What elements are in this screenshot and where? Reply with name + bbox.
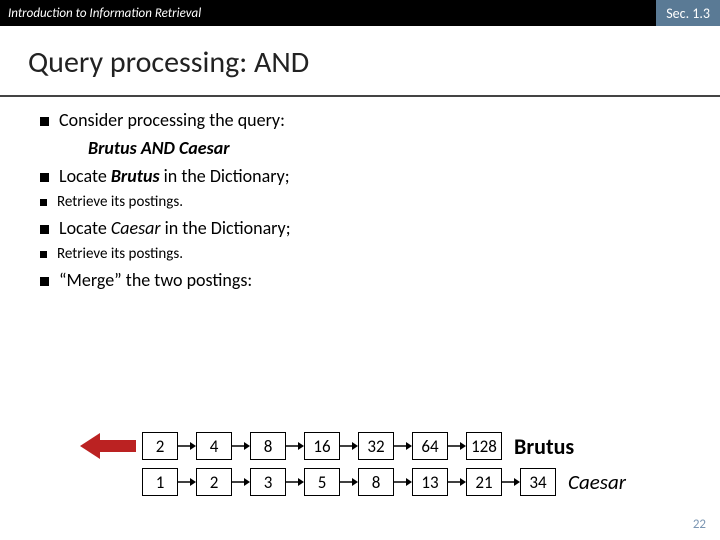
- bullet-locate-brutus: Locate Brutus in the Dictionary;: [40, 165, 692, 187]
- postings-label-brutus: Brutus: [514, 433, 574, 460]
- bullet-icon: [40, 117, 49, 126]
- page-number: 22: [693, 517, 706, 532]
- section-tag: Sec. 1.3: [656, 0, 720, 26]
- arrow-right-icon: [448, 476, 466, 488]
- arrow-right-icon: [178, 440, 196, 452]
- course-title: Introduction to Information Retrieval: [8, 6, 201, 21]
- posting-node: 1: [142, 468, 178, 496]
- posting-node: 2: [142, 432, 178, 460]
- header-bar: Introduction to Information Retrieval Se…: [0, 0, 720, 26]
- slide-title: Query processing: AND: [28, 44, 720, 81]
- postings-diagram: 248163264128 Brutus 12358132134 Caesar: [80, 428, 700, 500]
- query-text: Brutus AND Caesar: [88, 137, 692, 159]
- arrow-right-icon: [232, 476, 250, 488]
- arrow-right-icon: [394, 476, 412, 488]
- arrow-right-icon: [448, 440, 466, 452]
- bullet-icon: [40, 251, 47, 258]
- postings-row-brutus: 248 16 32 64 128 Brutus: [80, 428, 700, 464]
- arrow-right-icon: [340, 476, 358, 488]
- arrow-right-icon: [286, 476, 304, 488]
- bullet-text: Consider processing the query:: [59, 109, 285, 131]
- arrow-right-icon: [232, 440, 250, 452]
- postings-row-caesar: 12358 13 21 34 Caesar: [80, 464, 700, 500]
- content: Consider processing the query: Brutus AN…: [0, 109, 720, 291]
- arrow-right-icon: [502, 476, 520, 488]
- pointer-arrow-icon: [80, 433, 136, 459]
- bullet-text: Locate Brutus in the Dictionary;: [59, 165, 290, 187]
- bullet-text: Retrieve its postings.: [57, 245, 183, 263]
- posting-node: 32: [358, 432, 394, 460]
- posting-node: 3: [250, 468, 286, 496]
- bullet-text: “Merge” the two postings:: [59, 269, 252, 291]
- arrow-right-icon: [286, 440, 304, 452]
- posting-node: 128: [466, 432, 502, 460]
- posting-node: 8: [250, 432, 286, 460]
- posting-node: 34: [520, 468, 556, 496]
- posting-node: 16: [304, 432, 340, 460]
- bullet-icon: [40, 225, 49, 234]
- bullet-retrieve-1: Retrieve its postings.: [40, 193, 692, 211]
- posting-node: 8: [358, 468, 394, 496]
- bullet-merge: “Merge” the two postings:: [40, 269, 692, 291]
- divider: [0, 95, 720, 97]
- postings-label-caesar: Caesar: [568, 469, 626, 495]
- posting-node: 2: [196, 468, 232, 496]
- posting-node: 13: [412, 468, 448, 496]
- bullet-icon: [40, 199, 47, 206]
- posting-node: 5: [304, 468, 340, 496]
- bullet-text: Retrieve its postings.: [57, 193, 183, 211]
- arrow-right-icon: [178, 476, 196, 488]
- bullet-locate-caesar: Locate Caesar in the Dictionary;: [40, 217, 692, 239]
- bullet-icon: [40, 277, 49, 286]
- posting-node: 21: [466, 468, 502, 496]
- posting-node: 4: [196, 432, 232, 460]
- posting-node: 64: [412, 432, 448, 460]
- bullet-icon: [40, 173, 49, 182]
- arrow-right-icon: [340, 440, 358, 452]
- bullet-retrieve-2: Retrieve its postings.: [40, 245, 692, 263]
- bullet-consider: Consider processing the query:: [40, 109, 692, 131]
- bullet-text: Locate Caesar in the Dictionary;: [59, 217, 291, 239]
- arrow-right-icon: [394, 440, 412, 452]
